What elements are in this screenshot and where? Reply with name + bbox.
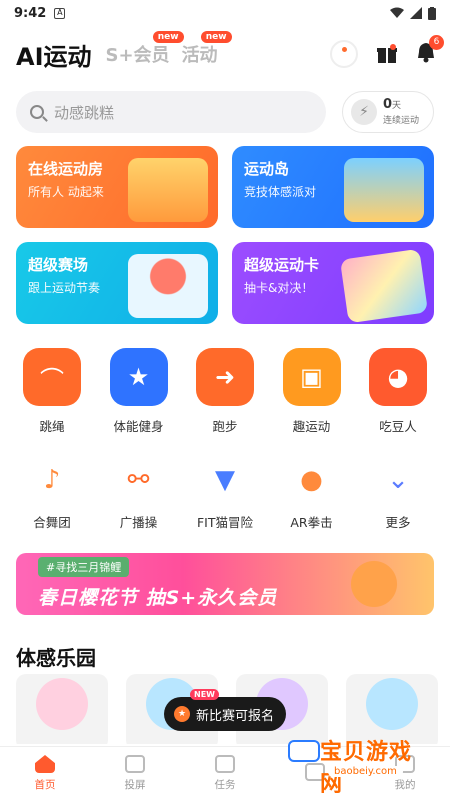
new-badge: NEW [190, 689, 219, 700]
grid-item-pacman[interactable]: ◕ 吃豆人 [362, 348, 434, 435]
status-icons [390, 6, 436, 20]
grid-item-dance[interactable]: ♪ 合舞团 [16, 458, 88, 531]
grid-label: 广播操 [119, 515, 158, 530]
pacman-icon: ◕ [369, 348, 427, 406]
toast-text: 新比赛可报名 [196, 708, 275, 724]
notification-app-icon: A [54, 7, 66, 19]
tab-label: S+会员 [105, 45, 170, 66]
search-placeholder: 动感跳糕 [54, 103, 115, 122]
gamepad-icon [288, 740, 320, 762]
cat-adventure-icon: ▼ [215, 465, 235, 495]
tab-home[interactable]: 首页 [0, 747, 90, 800]
grid-item-running[interactable]: ➜ 跑步 [189, 348, 261, 435]
activity-ring-icon[interactable] [330, 40, 358, 68]
header-actions: 6 [330, 35, 444, 68]
new-badge: new [152, 31, 184, 43]
tab-cast[interactable]: 投屏 [90, 747, 180, 800]
jump-rope-icon: ⌒ [23, 348, 81, 406]
more-chevron-icon: ⌄ [387, 465, 409, 495]
running-icon: ➜ [196, 348, 254, 406]
secondary-sports-grid: ♪ 合舞团 ⚯ 广播操 ▼ FIT猫冒险 ● AR拳击 ⌄ 更多 [16, 458, 434, 531]
grid-item-fit-cat[interactable]: ▼ FIT猫冒险 [189, 458, 261, 531]
notification-count-badge: 6 [429, 35, 444, 50]
site-watermark: 宝贝游戏网 baobeiy.com [286, 730, 426, 797]
card-online-room[interactable]: 在线运动房 所有人 动起来 [16, 146, 218, 228]
search-icon [30, 105, 44, 119]
notification-bell[interactable]: 6 [416, 35, 444, 67]
new-match-toast[interactable]: NEW ★ 新比赛可报名 [164, 689, 286, 731]
grid-label: FIT猫冒险 [196, 515, 253, 530]
fun-sports-icon: ▣ [282, 348, 341, 406]
banner-text: 春日樱花节 抽S+永久会员 [38, 587, 278, 609]
grid-label: 吃豆人 [379, 419, 417, 434]
calendar-icon [215, 755, 235, 773]
koi-illustration [324, 557, 424, 611]
streak-unit: 天 [392, 101, 402, 111]
grid-item-more[interactable]: ⌄ 更多 [362, 458, 434, 531]
game-card[interactable] [16, 674, 108, 744]
dance-icon: ♪ [43, 465, 61, 495]
search-bar[interactable]: 动感跳糕 [16, 91, 326, 133]
page-title: AI运动 [16, 42, 92, 71]
card-super-sport-card[interactable]: 超级运动卡 抽卡&对决！ [232, 242, 434, 324]
wifi-icon [390, 7, 404, 18]
tab-label: 投屏 [124, 779, 146, 791]
grid-label: AR拳击 [290, 515, 333, 530]
battery-icon [428, 6, 436, 20]
grid-label: 趣运动 [292, 419, 331, 434]
tv-icon [125, 755, 145, 773]
grid-label: 更多 [385, 515, 411, 530]
new-badge: new [200, 31, 232, 43]
status-time: 9:42 [14, 5, 47, 21]
streak-count: 0 [383, 97, 393, 112]
status-bar: 9:42 A [0, 0, 450, 26]
grid-item-fitness[interactable]: ★ 体能健身 [103, 348, 175, 435]
gift-icon[interactable] [376, 43, 398, 65]
grid-label: 跳绳 [39, 419, 65, 434]
card-sport-island[interactable]: 运动岛 竞技体感派对 [232, 146, 434, 228]
fitness-icon: ★ [109, 348, 168, 406]
banner-tag: #寻找三月锦鲤 [38, 557, 130, 577]
arena-balloon-illustration [128, 254, 208, 318]
promo-banner[interactable]: #寻找三月锦鲤 春日樱花节 抽S+永久会员 [16, 553, 434, 615]
medal-icon: ★ [174, 706, 190, 722]
primary-sports-grid: ⌒ 跳绳 ★ 体能健身 ➜ 跑步 ▣ 趣运动 ◕ 吃豆人 [16, 348, 434, 435]
tab-splus-membership[interactable]: S+会员 new [105, 31, 184, 67]
watermark-url: baobeiy.com [328, 766, 403, 777]
tab-label: 任务 [214, 779, 236, 791]
tab-tasks[interactable]: 任务 [180, 747, 270, 800]
streak-label: 连续运动 [383, 116, 420, 126]
tab-label: 活动 [181, 45, 218, 66]
home-icon [35, 755, 55, 773]
streak-widget[interactable]: ⚡ 0天 连续运动 [342, 91, 434, 133]
grid-label: 跑步 [212, 419, 238, 434]
tab-activities[interactable]: 活动 new [181, 31, 232, 67]
section-title: 体感乐园 [16, 646, 96, 670]
grid-label: 合舞团 [33, 515, 71, 530]
island-illustration [344, 158, 424, 222]
trading-cards-illustration [339, 248, 429, 324]
grid-item-jump-rope[interactable]: ⌒ 跳绳 [16, 348, 88, 435]
app-header: AI运动 S+会员 new 活动 new 6 [16, 31, 444, 74]
grid-item-broadcast-exercise[interactable]: ⚯ 广播操 [103, 458, 175, 531]
grid-item-fun-sports[interactable]: ▣ 趣运动 [276, 348, 348, 435]
signal-icon [410, 7, 422, 19]
streak-text: 0天 连续运动 [383, 97, 419, 127]
grid-item-ar-boxing[interactable]: ● AR拳击 [276, 458, 348, 531]
characters-illustration [128, 158, 208, 222]
dumbbell-icon: ⚯ [127, 465, 150, 495]
lightning-icon: ⚡ [351, 99, 377, 125]
card-super-arena[interactable]: 超级赛场 跟上运动节奏 [16, 242, 218, 324]
grid-label: 体能健身 [113, 419, 164, 434]
boxing-glove-icon: ● [300, 465, 323, 495]
tab-label: 首页 [34, 779, 56, 791]
